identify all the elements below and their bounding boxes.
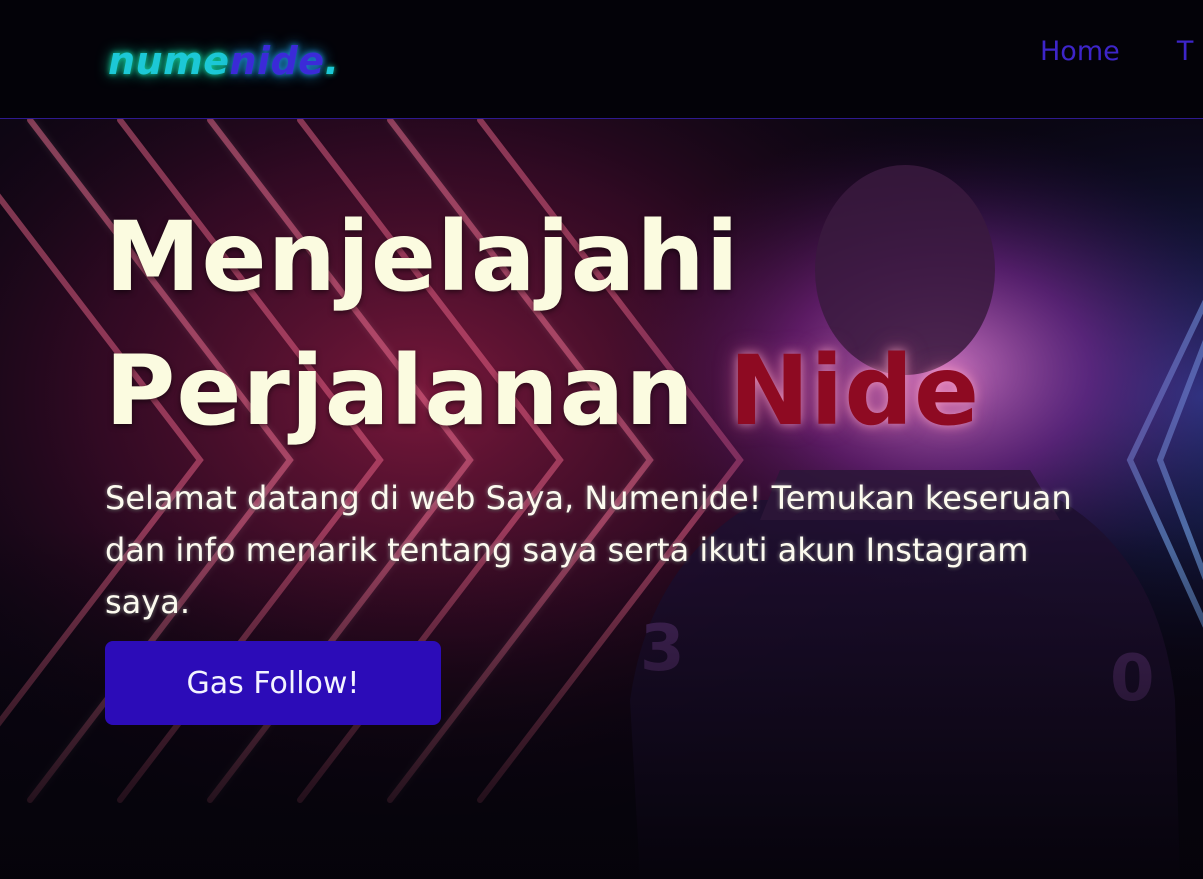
hero-content: Menjelajahi Perjalanan Nide Selamat data…	[105, 190, 1135, 628]
brand-logo[interactable]: numenide.	[108, 38, 339, 84]
headline-line2: Perjalanan	[105, 335, 695, 447]
nav-link-home[interactable]: Home	[1040, 34, 1120, 70]
navbar: numenide. Home T	[0, 0, 1203, 119]
headline-accent: Nide	[729, 335, 981, 447]
nav-link-partial[interactable]: T	[1177, 34, 1194, 70]
logo-text-dot: .	[324, 39, 340, 83]
logo-text-part2: nide	[229, 39, 325, 83]
hero-subtitle: Selamat datang di web Saya, Numenide! Te…	[105, 479, 1072, 621]
headline-line1: Menjelajahi	[105, 201, 740, 313]
nav-menu: Home T	[1040, 34, 1203, 70]
follow-button[interactable]: Gas Follow!	[105, 641, 441, 725]
logo-text-part1: nume	[108, 39, 230, 83]
hero-headline: Menjelajahi Perjalanan Nide	[105, 190, 1135, 458]
landing-page: 3 0 numenide. Home T Menjelajahi Perjala…	[0, 0, 1203, 879]
